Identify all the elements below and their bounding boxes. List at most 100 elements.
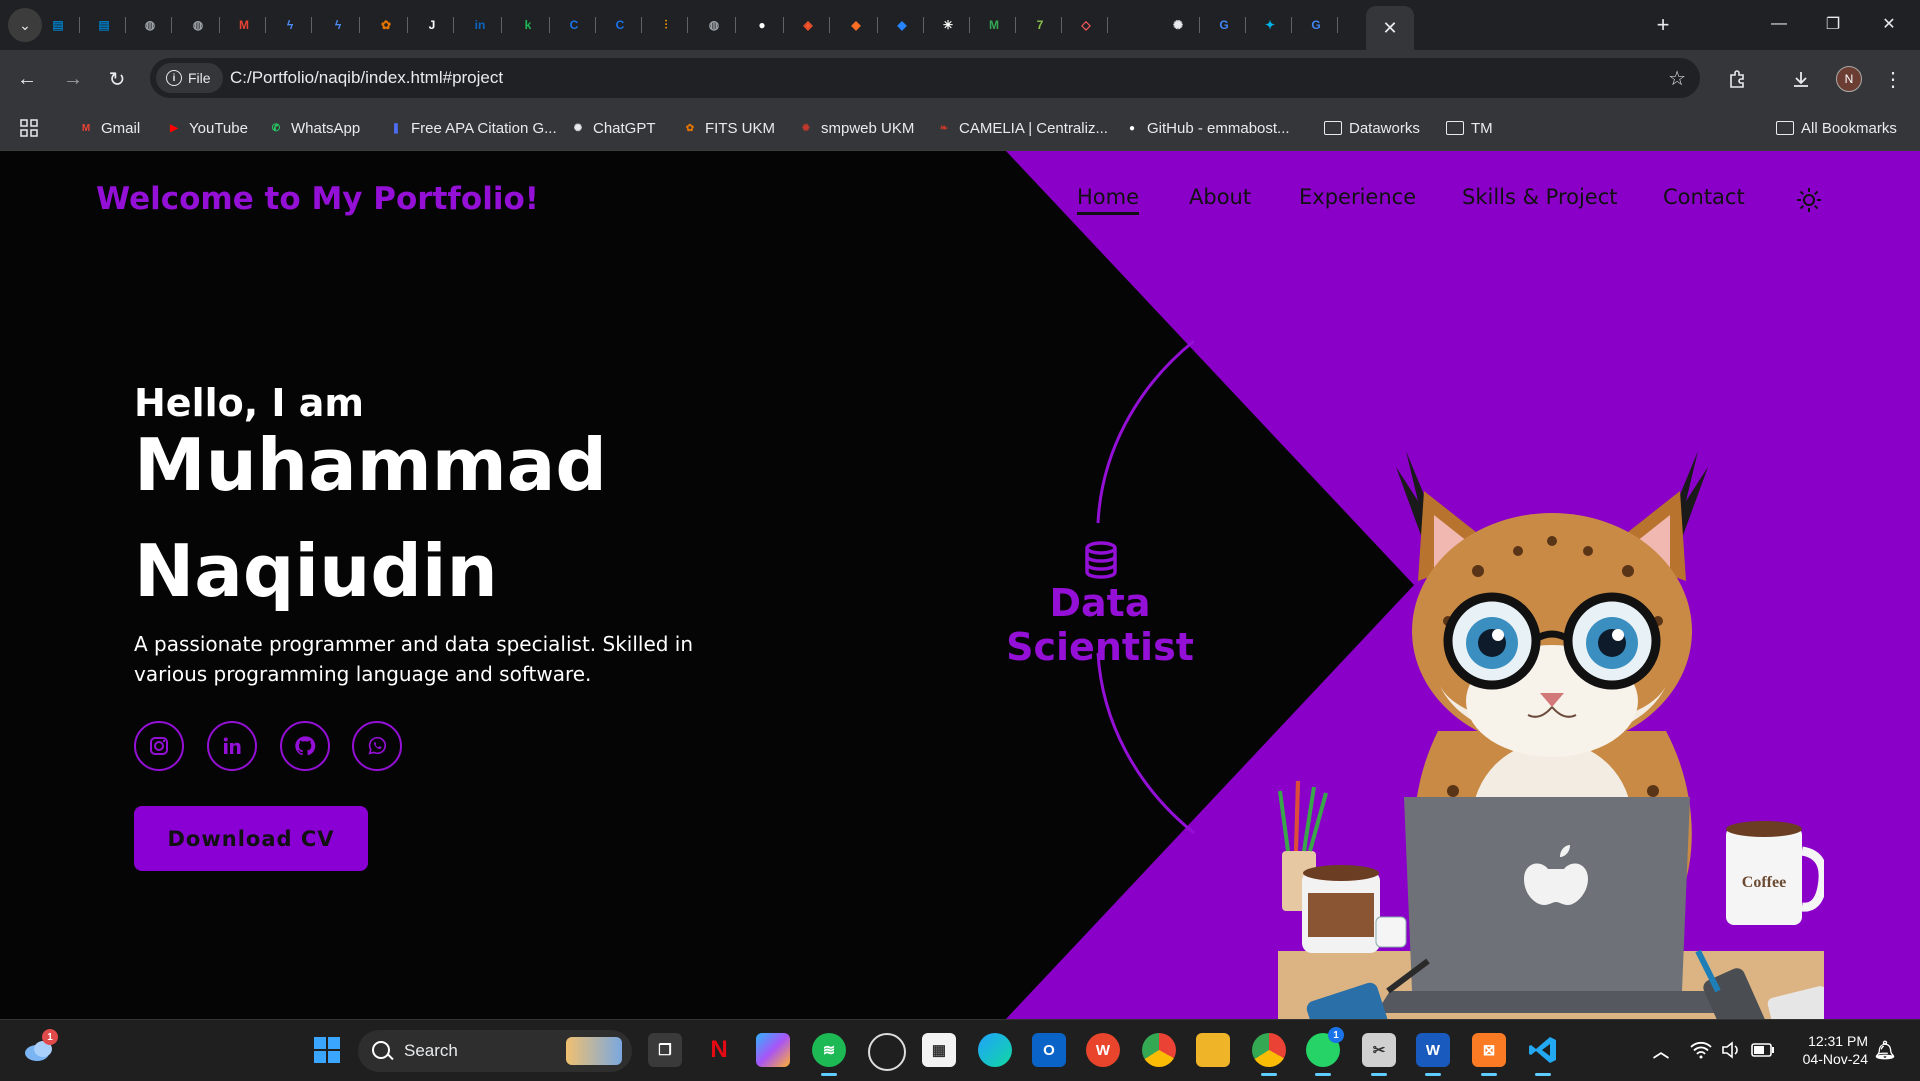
github-link[interactable]: [280, 721, 330, 771]
browser-tab[interactable]: k: [506, 8, 550, 42]
whatsapp-link[interactable]: [352, 721, 402, 771]
close-window-icon[interactable]: ✕: [1866, 8, 1912, 40]
vscode-icon[interactable]: [1526, 1033, 1560, 1076]
github-icon: ●: [758, 18, 766, 32]
nav-about[interactable]: About: [1189, 185, 1251, 209]
browser-tab[interactable]: ⫶: [644, 8, 688, 42]
whatsapp-taskbar-icon[interactable]: 1: [1306, 1027, 1344, 1076]
xampp-icon[interactable]: ⊠: [1472, 1033, 1506, 1076]
browser-tab[interactable]: ✳: [926, 8, 970, 42]
back-icon[interactable]: ←: [12, 64, 42, 94]
windows-start-icon[interactable]: [310, 1033, 344, 1067]
bookmark-item[interactable]: ✹ smpweb UKM: [798, 117, 915, 139]
volume-icon[interactable]: [1714, 1033, 1748, 1067]
taskbar-search-box[interactable]: Search: [358, 1030, 632, 1072]
bookmark-item[interactable]: ✺ ChatGPT: [570, 117, 656, 139]
nav-experience[interactable]: Experience: [1299, 185, 1416, 209]
microsoft-store-icon[interactable]: ▦: [922, 1033, 956, 1067]
browser-tab[interactable]: ◍: [692, 8, 736, 42]
copilot-icon[interactable]: [756, 1033, 790, 1067]
gitlab-icon: ◆: [851, 18, 861, 32]
chrome-icon[interactable]: [1142, 1033, 1176, 1067]
bookmark-item[interactable]: Dataworks: [1324, 117, 1420, 139]
show-hidden-icons-icon[interactable]: ︿: [1644, 1033, 1678, 1067]
downloads-icon[interactable]: [1786, 64, 1816, 94]
browser-tab[interactable]: ◍: [176, 8, 220, 42]
brand-title[interactable]: Welcome to My Portfolio!: [96, 181, 539, 217]
browser-tab[interactable]: G: [1294, 8, 1338, 42]
new-tab-button[interactable]: +: [1648, 10, 1678, 40]
netflix-icon[interactable]: N: [702, 1033, 736, 1067]
browser-tab[interactable]: G: [1202, 8, 1246, 42]
clock[interactable]: 12:31 PM 04-Nov-24: [1792, 1032, 1868, 1068]
nav-home[interactable]: Home: [1077, 185, 1140, 215]
browser-tab[interactable]: ●: [740, 8, 784, 42]
forward-icon[interactable]: →: [58, 64, 88, 94]
bookmark-item[interactable]: ▶ YouTube: [166, 117, 248, 139]
minimize-icon[interactable]: —: [1756, 8, 1802, 40]
wps-office-icon[interactable]: W: [1086, 1033, 1120, 1067]
wifi-icon[interactable]: [1684, 1033, 1718, 1067]
browser-tab[interactable]: 7: [1018, 8, 1062, 42]
notification-bell-icon[interactable]: 🔔︎: [1868, 1033, 1902, 1067]
profile-avatar[interactable]: N: [1836, 66, 1862, 92]
nav-contact[interactable]: Contact: [1663, 185, 1745, 209]
linkedin-link[interactable]: [207, 721, 257, 771]
file-explorer-icon[interactable]: [1196, 1033, 1230, 1067]
close-tab-icon[interactable]: ✕: [1382, 18, 1397, 39]
bookmark-label: smpweb UKM: [821, 119, 915, 137]
whatsapp-notification-badge: 1: [1328, 1027, 1344, 1043]
bookmark-star-icon[interactable]: ☆: [1668, 66, 1686, 91]
browser-tab[interactable]: ◈: [786, 8, 830, 42]
browser-tab[interactable]: ◆: [834, 8, 878, 42]
browser-tab[interactable]: ◇: [1064, 8, 1108, 42]
address-bar[interactable]: i File C:/Portfolio/naqib/index.html#pro…: [150, 58, 1700, 98]
bookmark-item[interactable]: ✆ WhatsApp: [268, 117, 360, 139]
browser-tab[interactable]: ◆: [880, 8, 924, 42]
menu-kebab-icon[interactable]: ⋮: [1878, 64, 1908, 94]
all-bookmarks[interactable]: All Bookmarks: [1776, 117, 1897, 139]
browser-tab[interactable]: M: [222, 8, 266, 42]
browser-tab[interactable]: ✿: [364, 8, 408, 42]
obs-icon[interactable]: [868, 1033, 906, 1071]
browser-tab[interactable]: ✦: [1248, 8, 1292, 42]
download-cv-button[interactable]: Download CV: [134, 806, 368, 871]
browser-tab[interactable]: ▤: [36, 8, 80, 42]
url-text[interactable]: C:/Portfolio/naqib/index.html#project: [230, 68, 503, 88]
bookmark-item[interactable]: M Gmail: [78, 117, 140, 139]
battery-icon[interactable]: [1746, 1033, 1780, 1067]
weather-widget-icon[interactable]: 1: [22, 1029, 58, 1067]
browser-tab[interactable]: ◍: [128, 8, 172, 42]
bookmark-item[interactable]: ✿ FITS UKM: [682, 117, 775, 139]
browser-tab[interactable]: J: [410, 8, 454, 42]
browser-tab[interactable]: M: [972, 8, 1016, 42]
reload-icon[interactable]: ↻: [102, 64, 132, 94]
bookmark-item[interactable]: TM: [1446, 117, 1493, 139]
browser-tab[interactable]: C: [552, 8, 596, 42]
task-view-icon[interactable]: ❐: [648, 1033, 682, 1067]
active-tab[interactable]: ✕: [1366, 6, 1414, 50]
bookmark-item[interactable]: ❧ CAMELIA | Centraliz...: [936, 117, 1108, 139]
chrome-profile-icon[interactable]: [1252, 1033, 1286, 1076]
browser-tab[interactable]: ✺: [1156, 8, 1200, 42]
browser-tab[interactable]: ▤: [82, 8, 126, 42]
browser-tab[interactable]: ϟ: [316, 8, 360, 42]
bookmark-item[interactable]: ● GitHub - emmabost...: [1124, 117, 1290, 139]
restore-icon[interactable]: ❐: [1810, 8, 1856, 40]
snipping-tool-icon[interactable]: ✂: [1362, 1033, 1396, 1076]
site-info-chip[interactable]: i File: [156, 63, 223, 93]
browser-tab[interactable]: ϟ: [268, 8, 312, 42]
instagram-link[interactable]: [134, 721, 184, 771]
outlook-icon[interactable]: O: [1032, 1033, 1066, 1067]
apps-grid-icon[interactable]: [20, 117, 38, 139]
extensions-icon[interactable]: [1722, 64, 1752, 94]
word-icon[interactable]: W: [1416, 1033, 1450, 1076]
browser-tab[interactable]: C: [598, 8, 642, 42]
colorful-app-icon: ✳: [942, 18, 954, 32]
nav-skills-project[interactable]: Skills & Project: [1462, 185, 1618, 209]
bookmark-item[interactable]: ❚ Free APA Citation G...: [388, 117, 557, 139]
theme-toggle-sun-icon[interactable]: [1796, 187, 1822, 213]
edge-icon[interactable]: [978, 1033, 1012, 1067]
browser-tab[interactable]: in: [458, 8, 502, 42]
spotify-icon[interactable]: ≋: [812, 1033, 846, 1076]
